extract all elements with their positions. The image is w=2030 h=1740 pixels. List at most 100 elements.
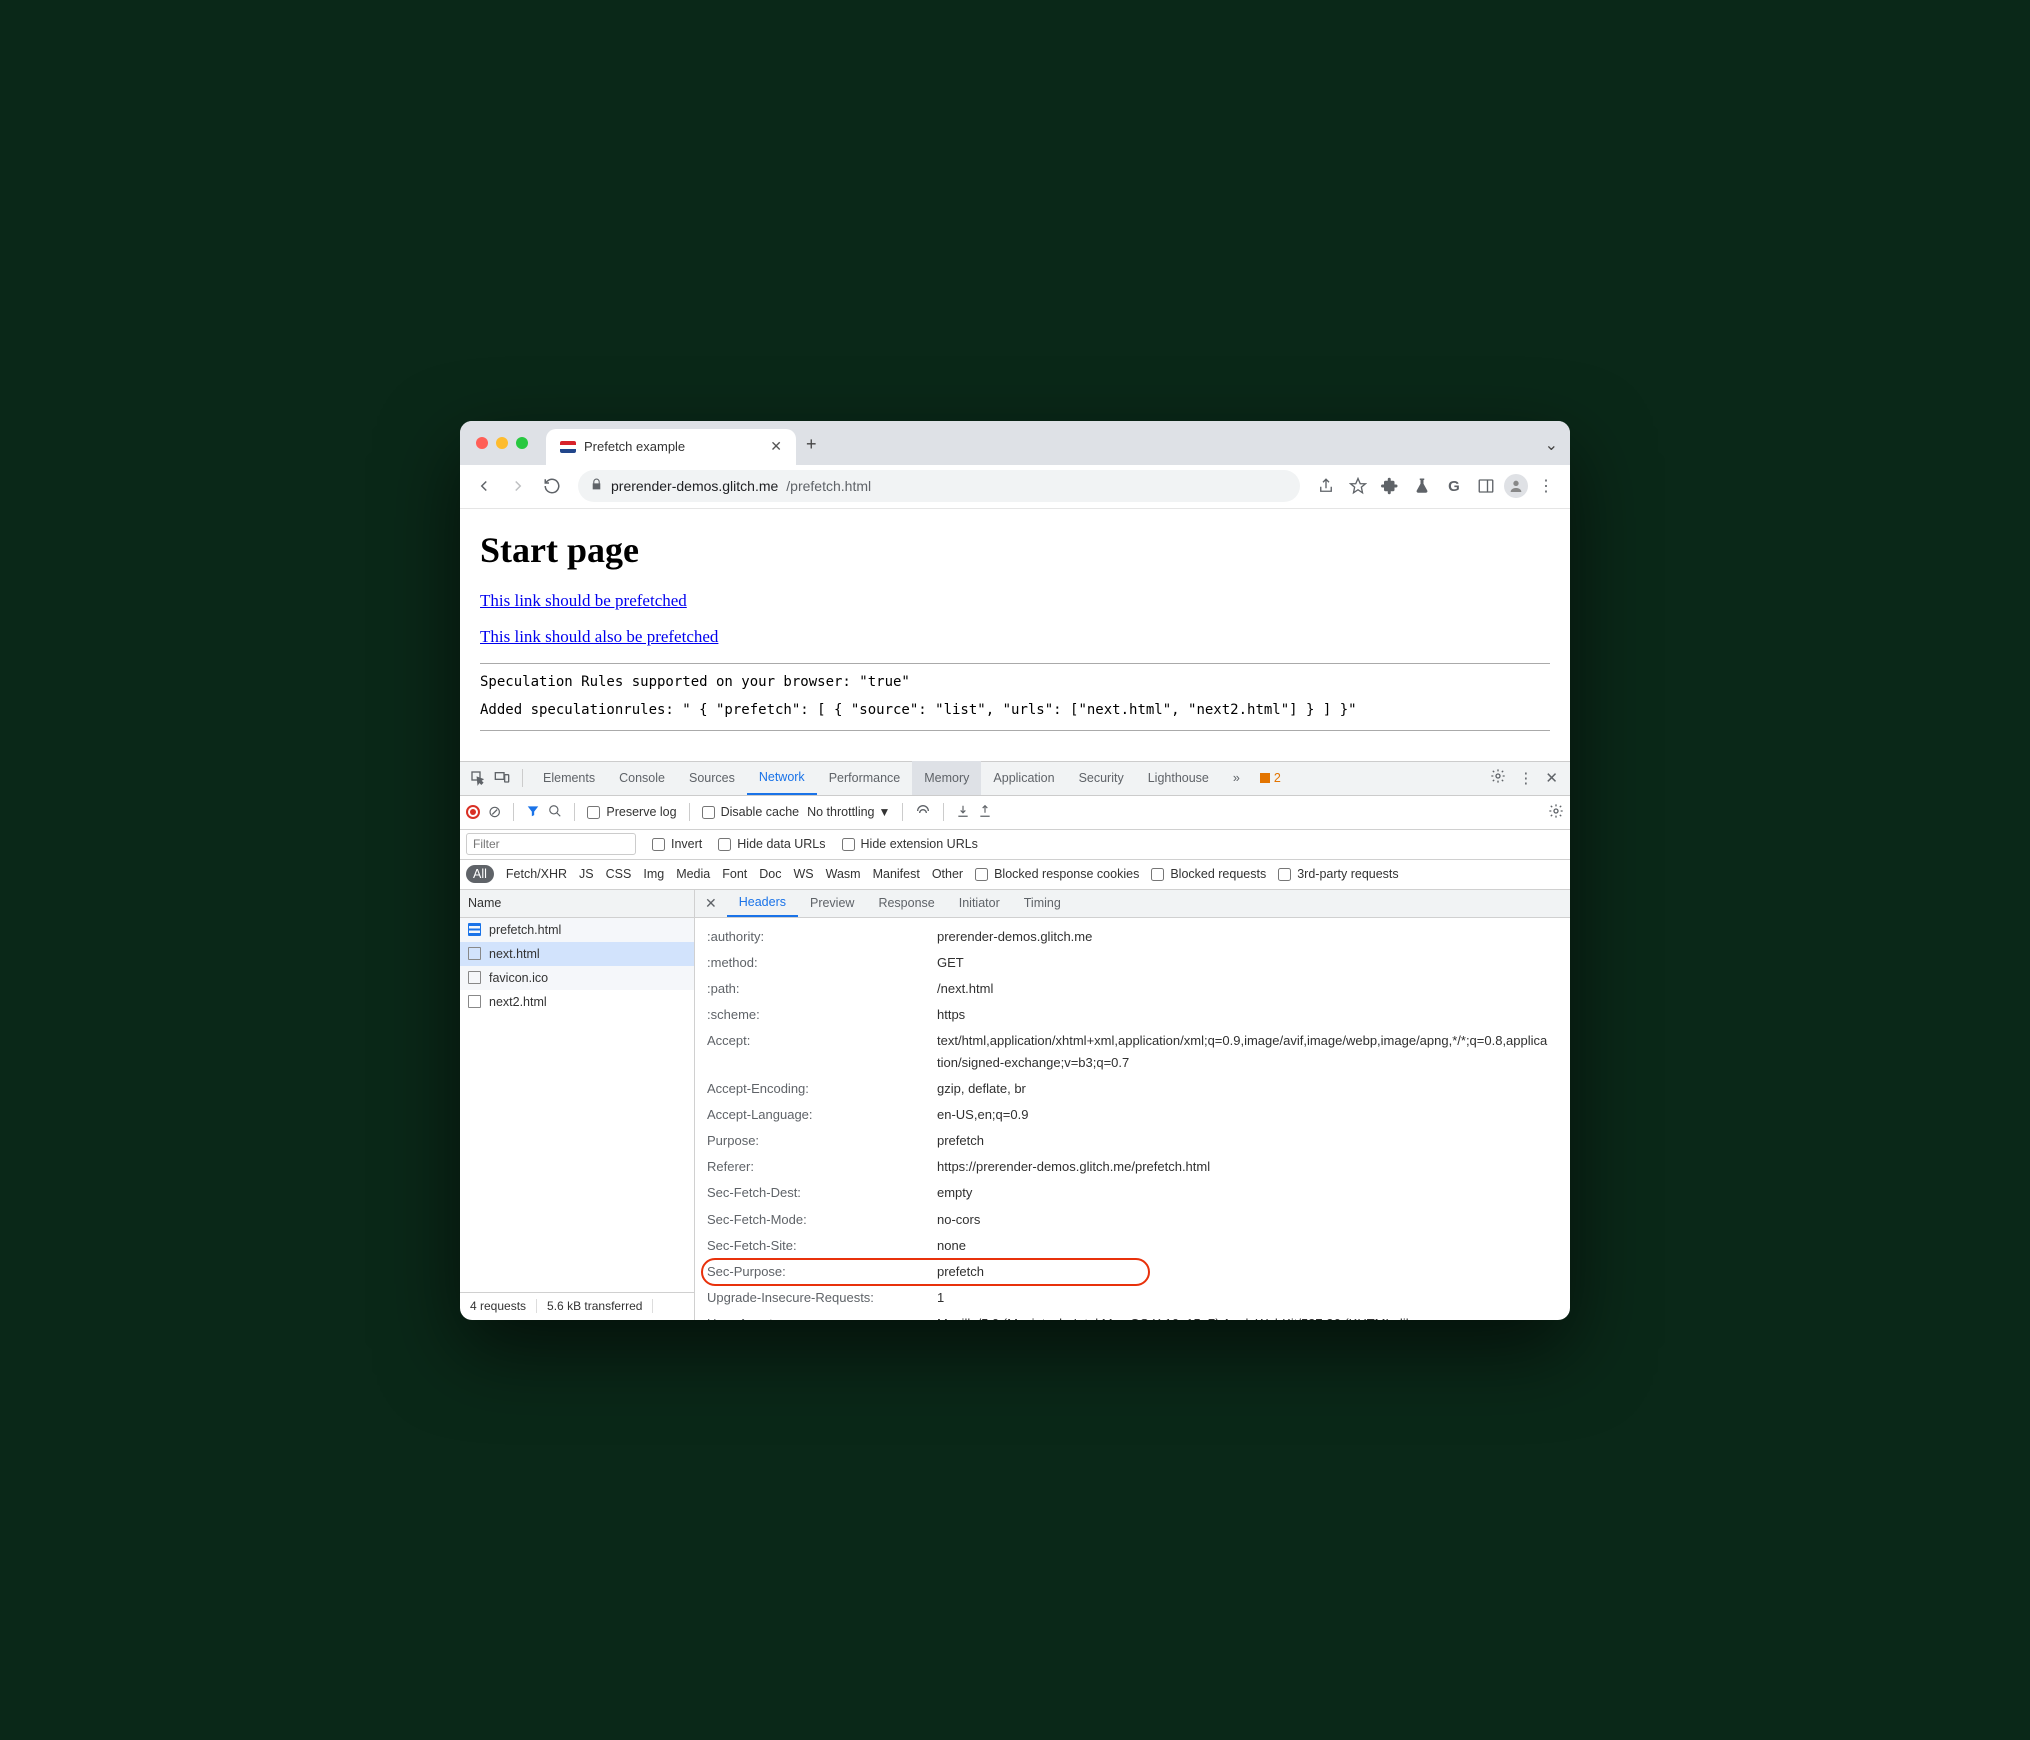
type-media[interactable]: Media [676, 867, 710, 881]
type-js[interactable]: JS [579, 867, 594, 881]
detail-tab-headers[interactable]: Headers [727, 889, 798, 917]
minimize-window-btn[interactable] [496, 437, 508, 449]
divider [522, 769, 523, 787]
detail-tab-response[interactable]: Response [866, 889, 946, 917]
tabs-overflow-icon[interactable]: » [1221, 761, 1252, 795]
network-settings-icon[interactable] [1548, 803, 1564, 822]
invert-checkbox[interactable]: Invert [652, 837, 702, 851]
detail-tab-initiator[interactable]: Initiator [947, 889, 1012, 917]
tab-lighthouse[interactable]: Lighthouse [1136, 761, 1221, 795]
header-value: text/html,application/xhtml+xml,applicat… [937, 1030, 1558, 1074]
browser-tab[interactable]: Prefetch example ✕ [546, 429, 796, 465]
header-row: Accept-Encoding:gzip, deflate, br [695, 1076, 1570, 1102]
header-value: https [937, 1004, 1558, 1026]
reload-button[interactable] [538, 472, 566, 500]
record-button[interactable] [466, 805, 480, 819]
detail-tab-preview[interactable]: Preview [798, 889, 866, 917]
list-footer: 4 requests 5.6 kB transferred [460, 1292, 694, 1320]
inspect-icon[interactable] [466, 770, 490, 786]
device-toggle-icon[interactable] [490, 770, 514, 786]
devtools-close-icon[interactable]: ✕ [1539, 769, 1564, 787]
hide-ext-urls-checkbox[interactable]: Hide extension URLs [842, 837, 978, 851]
blocked-requests-checkbox[interactable]: Blocked requests [1151, 867, 1266, 881]
blocked-cookies-checkbox[interactable]: Blocked response cookies [975, 867, 1139, 881]
type-ws[interactable]: WS [793, 867, 813, 881]
list-header[interactable]: Name [460, 890, 694, 918]
detail-close-icon[interactable]: ✕ [695, 895, 727, 912]
network-conditions-icon[interactable] [915, 803, 931, 822]
profile-avatar-icon[interactable] [1504, 474, 1528, 498]
preserve-log-checkbox[interactable]: Preserve log [587, 805, 676, 819]
type-other[interactable]: Other [932, 867, 963, 881]
file-icon [468, 971, 481, 984]
address-bar[interactable]: prerender-demos.glitch.me/prefetch.html [578, 470, 1300, 502]
type-all[interactable]: All [466, 865, 494, 883]
extensions-icon[interactable] [1376, 472, 1404, 500]
throttling-dropdown[interactable]: No throttling▼ [807, 805, 890, 819]
labs-flask-icon[interactable] [1408, 472, 1436, 500]
search-icon[interactable] [548, 804, 562, 821]
url-domain: prerender-demos.glitch.me [611, 478, 778, 494]
request-row[interactable]: prefetch.html [460, 918, 694, 942]
detail-tab-timing[interactable]: Timing [1012, 889, 1073, 917]
import-har-icon[interactable] [956, 804, 970, 821]
back-button[interactable] [470, 472, 498, 500]
prefetch-link-2[interactable]: This link should also be prefetched [480, 627, 1550, 647]
tab-application[interactable]: Application [981, 761, 1066, 795]
type-fetch[interactable]: Fetch/XHR [506, 867, 567, 881]
tab-console[interactable]: Console [607, 761, 677, 795]
type-wasm[interactable]: Wasm [826, 867, 861, 881]
side-panel-icon[interactable] [1472, 472, 1500, 500]
request-row[interactable]: favicon.ico [460, 966, 694, 990]
header-key: Purpose: [707, 1130, 937, 1152]
type-manifest[interactable]: Manifest [873, 867, 920, 881]
tabs-dropdown-icon[interactable]: ⌄ [1545, 435, 1558, 455]
devtools-panel: Elements Console Sources Network Perform… [460, 761, 1570, 1320]
tab-network[interactable]: Network [747, 761, 817, 795]
google-g-icon[interactable]: G [1440, 472, 1468, 500]
request-row[interactable]: next2.html [460, 990, 694, 1014]
new-tab-button[interactable]: + [806, 434, 817, 455]
header-value: gzip, deflate, br [937, 1078, 1558, 1100]
page-heading: Start page [480, 529, 1550, 571]
window-controls [476, 437, 528, 449]
share-icon[interactable] [1312, 472, 1340, 500]
request-row[interactable]: next.html [460, 942, 694, 966]
third-party-checkbox[interactable]: 3rd-party requests [1278, 867, 1398, 881]
header-value: /next.html [937, 978, 1558, 1000]
issues-badge[interactable]: 2 [1252, 771, 1289, 785]
tab-security[interactable]: Security [1067, 761, 1136, 795]
bookmark-star-icon[interactable] [1344, 472, 1372, 500]
header-row: Accept-Language:en-US,en;q=0.9 [695, 1102, 1570, 1128]
file-icon [468, 947, 481, 960]
request-count: 4 requests [460, 1299, 537, 1313]
type-doc[interactable]: Doc [759, 867, 781, 881]
type-font[interactable]: Font [722, 867, 747, 881]
tab-sources[interactable]: Sources [677, 761, 747, 795]
settings-gear-icon[interactable] [1484, 768, 1512, 788]
clear-button[interactable]: ⊘ [488, 802, 501, 822]
header-row: :authority:prerender-demos.glitch.me [695, 924, 1570, 950]
tab-performance[interactable]: Performance [817, 761, 913, 795]
type-css[interactable]: CSS [606, 867, 632, 881]
export-har-icon[interactable] [978, 804, 992, 821]
request-name: next2.html [489, 995, 547, 1009]
header-row: Sec-Fetch-Mode:no-cors [695, 1207, 1570, 1233]
kebab-menu-icon[interactable]: ⋮ [1532, 472, 1560, 500]
filter-input[interactable] [466, 833, 636, 855]
filter-row: Invert Hide data URLs Hide extension URL… [460, 830, 1570, 860]
header-value: no-cors [937, 1209, 1558, 1231]
type-img[interactable]: Img [643, 867, 664, 881]
header-key: User-Agent: [707, 1313, 937, 1320]
maximize-window-btn[interactable] [516, 437, 528, 449]
tab-elements[interactable]: Elements [531, 761, 607, 795]
prefetch-link-1[interactable]: This link should be prefetched [480, 591, 1550, 611]
filter-toggle-icon[interactable] [526, 804, 540, 821]
tab-memory[interactable]: Memory [912, 761, 981, 795]
close-window-btn[interactable] [476, 437, 488, 449]
forward-button[interactable] [504, 472, 532, 500]
disable-cache-checkbox[interactable]: Disable cache [702, 805, 800, 819]
hide-data-urls-checkbox[interactable]: Hide data URLs [718, 837, 825, 851]
devtools-menu-icon[interactable]: ⋮ [1512, 769, 1539, 787]
tab-close-icon[interactable]: ✕ [770, 438, 782, 455]
